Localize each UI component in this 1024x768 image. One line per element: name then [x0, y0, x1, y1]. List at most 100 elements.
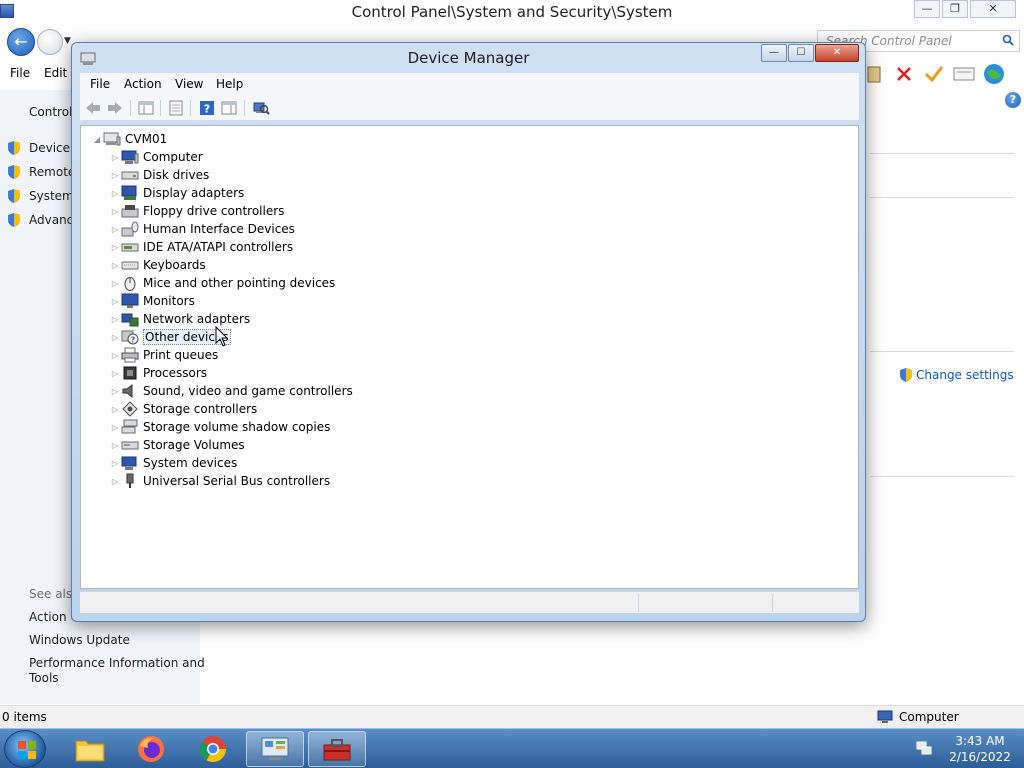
expand-arrow-icon[interactable]: ▷ — [109, 369, 121, 378]
clock-date: 2/16/2022 — [949, 750, 1011, 764]
expand-arrow-icon[interactable]: ▷ — [109, 171, 121, 180]
help-icon[interactable]: ? — [1005, 92, 1021, 108]
help-icon[interactable]: ? — [198, 99, 216, 116]
taskbar-firefox[interactable] — [122, 731, 180, 767]
expand-arrow-icon[interactable]: ▷ — [109, 243, 121, 252]
forward-arrow-icon[interactable] — [106, 99, 124, 116]
expand-arrow-icon[interactable]: ▷ — [109, 333, 121, 342]
change-settings-label[interactable]: Change settings — [916, 368, 1014, 382]
expand-arrow-icon[interactable]: ▷ — [109, 459, 121, 468]
speaker-icon — [121, 383, 139, 399]
minimize-button[interactable]: — — [761, 44, 787, 62]
menu-file[interactable]: File — [10, 66, 30, 80]
expand-arrow-icon[interactable]: ▷ — [109, 405, 121, 414]
back-arrow-icon[interactable] — [84, 99, 102, 116]
expand-arrow-icon[interactable]: ▷ — [109, 315, 121, 324]
hid-icon — [121, 221, 139, 237]
restore-button[interactable]: ❐ — [942, 0, 968, 18]
left-link-remote[interactable]: Remote — [29, 165, 75, 179]
search-icon[interactable] — [1002, 34, 1014, 46]
tree-item-label: Monitors — [143, 294, 195, 308]
expand-arrow-icon[interactable]: ▷ — [109, 477, 121, 486]
properties-icon[interactable] — [952, 63, 976, 85]
left-pane-heading[interactable]: Control — [29, 105, 72, 119]
tree-item-monitors[interactable]: ▷ Monitors — [109, 292, 195, 310]
taskbar-toolbox[interactable] — [308, 731, 366, 767]
expand-arrow-icon[interactable]: ▷ — [109, 279, 121, 288]
taskbar-file-explorer[interactable] — [61, 731, 119, 767]
taskbar-control-panel[interactable] — [246, 731, 304, 767]
tree-item-keyboards[interactable]: ▷ Keyboards — [109, 256, 206, 274]
menu-help[interactable]: Help — [216, 77, 243, 91]
tree-item-universal-serial-bus-controllers[interactable]: ▷ Universal Serial Bus controllers — [109, 472, 330, 490]
expand-arrow-icon[interactable]: ▷ — [109, 189, 121, 198]
minimize-button[interactable]: — — [914, 0, 940, 18]
forward-arrow-icon[interactable] — [37, 29, 63, 55]
expand-arrow-icon[interactable]: ▷ — [109, 207, 121, 216]
tree-item-storage-controllers[interactable]: ▷ Storage controllers — [109, 400, 257, 418]
tree-item-human-interface-devices[interactable]: ▷ Human Interface Devices — [109, 220, 295, 238]
tree-item-system-devices[interactable]: ▷ System devices — [109, 454, 237, 472]
expand-arrow-icon[interactable]: ▷ — [109, 441, 121, 450]
tree-item-print-queues[interactable]: ▷ Print queues — [109, 346, 218, 364]
tree-item-storage-volumes[interactable]: ▷ Storage Volumes — [109, 436, 245, 454]
tree-item-computer[interactable]: ▷ Computer — [109, 148, 203, 166]
tree-item-floppy-drive-controllers[interactable]: ▷ Floppy drive controllers — [109, 202, 285, 220]
system-device-icon — [121, 455, 139, 471]
tree-item-display-adapters[interactable]: ▷ Display adapters — [109, 184, 244, 202]
see-also-performance[interactable]: Performance Information and — [29, 656, 205, 670]
device-manager-menubar: File Action View Help — [80, 73, 859, 95]
expand-arrow-icon[interactable]: ▷ — [109, 225, 121, 234]
tree-item-ide-ata-atapi-controllers[interactable]: ▷ IDE ATA/ATAPI controllers — [109, 238, 293, 256]
floppy-controller-icon — [121, 203, 139, 219]
back-arrow-icon[interactable]: ← — [7, 28, 35, 56]
menu-edit[interactable]: Edit — [44, 66, 67, 80]
tree-item-mice-and-other-pointing-devices[interactable]: ▷ Mice and other pointing devices — [109, 274, 335, 292]
see-also-performance-cont[interactable]: Tools — [29, 671, 59, 685]
tree-item-label: Print queues — [143, 348, 219, 362]
file-explorer-icon — [75, 740, 105, 762]
show-hide-console-tree-icon[interactable] — [137, 99, 155, 116]
tree-item-label: Computer — [143, 150, 203, 164]
delete-icon[interactable] — [892, 63, 916, 85]
expand-arrow-icon[interactable]: ▷ — [109, 387, 121, 396]
tree-item-processors[interactable]: ▷ Processors — [109, 364, 207, 382]
expand-arrow-icon[interactable]: ▷ — [109, 261, 121, 270]
tree-item-label: Network adapters — [143, 312, 251, 326]
close-button[interactable]: ✕ — [815, 44, 859, 62]
clock[interactable]: 3:43 AM 2/16/2022 — [936, 733, 1024, 765]
left-link-advanced[interactable]: Advanc — [29, 213, 73, 227]
tree-item-label: Disk drives — [143, 168, 210, 182]
system-tray: 3:43 AM 2/16/2022 — [908, 729, 1024, 768]
left-link-system[interactable]: System — [29, 189, 74, 203]
tree-item-storage-volume-shadow-copies[interactable]: ▷ Storage volume shadow copies — [109, 418, 330, 436]
start-button[interactable] — [4, 730, 46, 768]
menu-file[interactable]: File — [90, 77, 110, 91]
expand-arrow-icon[interactable]: ▷ — [109, 297, 121, 306]
tree-item-other-devices[interactable]: ▷? Other devices — [109, 328, 231, 346]
storage-controller-icon — [121, 401, 139, 417]
maximize-button[interactable]: ☐ — [788, 44, 814, 62]
expand-arrow-icon[interactable]: ▷ — [109, 423, 121, 432]
scan-hardware-icon[interactable] — [252, 99, 270, 116]
globe-icon[interactable] — [982, 63, 1006, 85]
change-settings-link[interactable]: Change settings — [899, 367, 1014, 383]
see-also-windows-update[interactable]: Windows Update — [29, 633, 130, 647]
expand-arrow-icon[interactable]: ▷ — [109, 351, 121, 360]
usb-icon — [121, 473, 139, 489]
history-dropdown-icon[interactable]: ▼ — [64, 36, 71, 46]
properties-icon[interactable] — [167, 99, 185, 116]
device-tree[interactable]: ◢ CVM01 ▷ Computer ▷ Disk drives ▷ Display ad… — [80, 125, 859, 589]
taskbar-chrome[interactable] — [184, 731, 242, 767]
network-icon[interactable] — [916, 741, 932, 755]
tree-root[interactable]: ◢ CVM01 — [91, 130, 167, 148]
expand-arrow-icon[interactable]: ▷ — [109, 153, 121, 162]
close-button[interactable]: ✕ — [970, 0, 1016, 18]
tree-item-sound-video-and-game-controllers[interactable]: ▷ Sound, video and game controllers — [109, 382, 353, 400]
menu-view[interactable]: View — [175, 77, 203, 91]
tree-item-disk-drives[interactable]: ▷ Disk drives — [109, 166, 209, 184]
collapse-arrow-icon[interactable]: ◢ — [91, 135, 103, 144]
action-pane-icon[interactable] — [220, 99, 238, 116]
checkmark-icon[interactable] — [922, 63, 946, 85]
menu-action[interactable]: Action — [124, 77, 162, 91]
